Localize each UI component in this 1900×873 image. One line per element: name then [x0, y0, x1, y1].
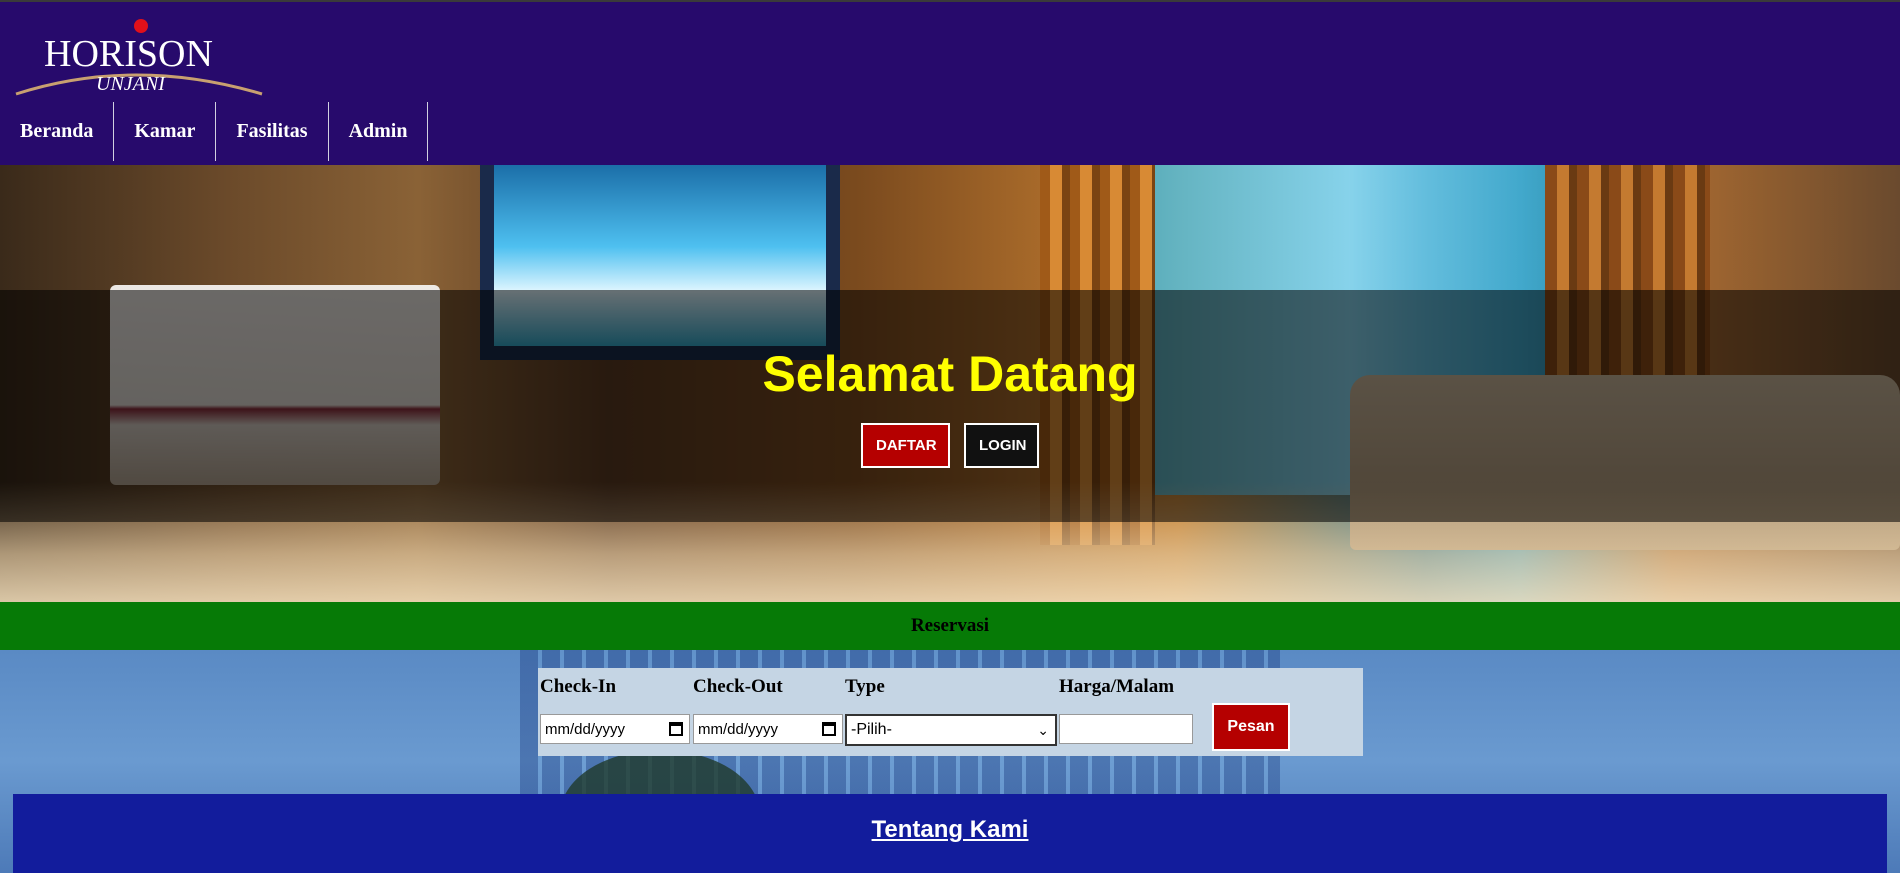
daftar-button[interactable]: DAFTAR [861, 423, 950, 468]
checkout-date-value: mm/dd/yyyy [698, 721, 779, 738]
pesan-button[interactable]: Pesan [1212, 703, 1290, 751]
reservation-form: Check-In Check-Out Type Harga/Malam mm/d… [538, 668, 1363, 756]
type-select[interactable]: -Pilih- ⌄ [845, 714, 1057, 746]
nav-beranda[interactable]: Beranda [0, 102, 115, 161]
hero-banner: Selamat Datang DAFTAR LOGIN [0, 165, 1900, 602]
hero-title: Selamat Datang [762, 346, 1138, 402]
checkin-label: Check-In [540, 676, 617, 697]
hero-overlay-panel [0, 290, 1900, 522]
about-section: Tentang Kami [13, 794, 1887, 873]
logo-text-sub: UNJANI [96, 73, 166, 95]
main-nav: Beranda Kamar Fasilitas Admin [0, 102, 429, 161]
checkout-date-input[interactable]: mm/dd/yyyy [693, 714, 843, 744]
nav-admin[interactable]: Admin [329, 102, 429, 161]
login-button[interactable]: LOGIN [964, 423, 1039, 468]
horison-logo[interactable]: HORISON UNJANI [14, 16, 264, 100]
type-label: Type [845, 676, 885, 697]
reservation-bar: Reservasi [0, 602, 1900, 650]
logo-text-main: HORISON [44, 33, 213, 75]
checkout-label: Check-Out [693, 676, 783, 697]
calendar-icon[interactable] [669, 722, 683, 736]
lower-section: Check-In Check-Out Type Harga/Malam mm/d… [0, 650, 1900, 873]
harga-input[interactable] [1059, 714, 1193, 744]
nav-kamar[interactable]: Kamar [114, 102, 217, 161]
calendar-icon[interactable] [822, 722, 836, 736]
hero-buttons: DAFTAR LOGIN [0, 423, 1900, 468]
about-title-link[interactable]: Tentang Kami [13, 816, 1887, 844]
site-header: HORISON UNJANI Beranda Kamar Fasilitas A… [0, 0, 1900, 165]
harga-label: Harga/Malam [1059, 676, 1175, 697]
type-select-value: -Pilih- [851, 721, 892, 738]
checkin-date-value: mm/dd/yyyy [545, 721, 626, 738]
nav-fasilitas[interactable]: Fasilitas [216, 102, 329, 161]
chevron-down-icon: ⌄ [1037, 722, 1049, 738]
checkin-date-input[interactable]: mm/dd/yyyy [540, 714, 690, 744]
